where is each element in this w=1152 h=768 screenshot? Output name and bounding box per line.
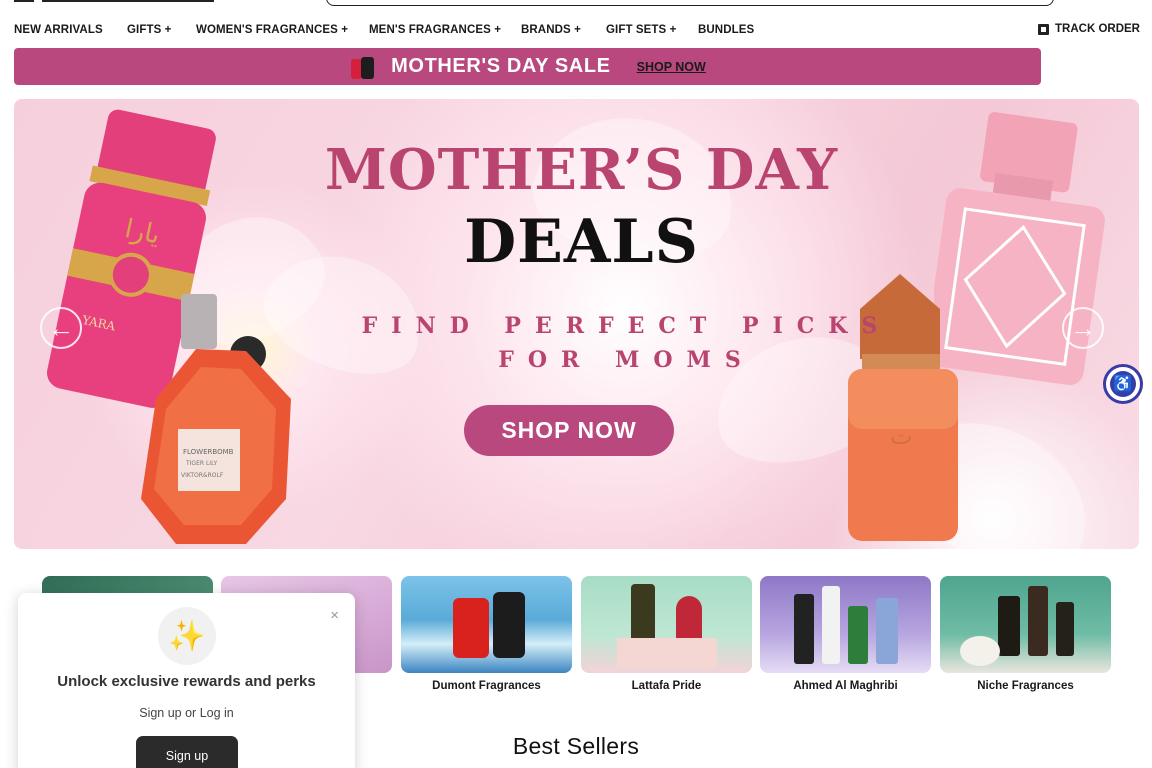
category-tile[interactable]: Lattafa Pride xyxy=(581,576,752,692)
category-image xyxy=(581,576,752,673)
site-logo[interactable] xyxy=(42,0,214,2)
nav-new-arrivals[interactable]: NEW ARRIVALS xyxy=(14,24,103,36)
svg-text:ت: ت xyxy=(890,422,913,450)
nav-gift-sets[interactable]: GIFT SETS + xyxy=(606,24,676,36)
category-image xyxy=(401,576,572,673)
category-tile[interactable]: Dumont Fragrances xyxy=(401,576,572,692)
hero-shop-now-button[interactable]: SHOP NOW xyxy=(464,405,674,456)
promo-title: MOTHER'S DAY SALE xyxy=(391,55,611,77)
nav-mens-fragrances[interactable]: MEN'S FRAGRANCES + xyxy=(369,24,501,36)
sparkle-icon: ✨ xyxy=(158,607,216,665)
orange-bottle-image: ت xyxy=(848,274,958,541)
track-order-link[interactable]: TRACK ORDER xyxy=(1038,23,1140,35)
category-label: Niche Fragrances xyxy=(977,680,1074,692)
category-label: Ahmed Al Maghribi xyxy=(793,680,898,692)
popup-signin-text[interactable]: Sign up or Log in xyxy=(18,706,355,720)
perfume-thumbnail xyxy=(349,53,377,81)
accessibility-button[interactable]: ♿ xyxy=(1103,364,1143,404)
hero-subtitle-line2: FOR MOMS xyxy=(498,347,755,373)
truck-icon xyxy=(1038,23,1050,35)
category-image xyxy=(760,576,931,673)
nav-womens-fragrances[interactable]: WOMEN'S FRAGRANCES + xyxy=(196,24,348,36)
rewards-popup: × ✨ Unlock exclusive rewards and perks S… xyxy=(18,593,355,768)
arrow-left-icon[interactable]: ← xyxy=(40,307,82,349)
promo-banner[interactable]: MOTHER'S DAY SALE SHOP NOW xyxy=(14,48,1041,85)
track-order-label: TRACK ORDER xyxy=(1055,23,1140,35)
svg-text:TIGER LILY: TIGER LILY xyxy=(185,460,218,467)
search-input[interactable] xyxy=(326,0,1054,6)
hero-subtitle-line1: FIND PERFECT PICKS xyxy=(361,313,892,339)
popup-title: Unlock exclusive rewards and perks xyxy=(57,673,316,690)
category-tile[interactable]: Ahmed Al Maghribi xyxy=(760,576,931,692)
menu-icon[interactable] xyxy=(14,0,34,2)
close-icon[interactable]: × xyxy=(330,607,339,624)
sign-up-button[interactable]: Sign up xyxy=(136,736,238,768)
arrow-right-icon[interactable]: → xyxy=(1062,307,1104,349)
hero-banner[interactable]: يارا YARA FLOWERBOMB TIGER LILY VIKTOR&R… xyxy=(14,99,1139,549)
category-label: Lattafa Pride xyxy=(631,680,702,692)
svg-text:FLOWERBOMB: FLOWERBOMB xyxy=(183,448,234,456)
nav-gifts[interactable]: GIFTS + xyxy=(127,24,171,36)
hero-title-line2: DEALS xyxy=(464,207,699,277)
hero-title-line1: MOTHER’S DAY xyxy=(324,137,839,203)
nav-bundles[interactable]: BUNDLES xyxy=(698,24,754,36)
header-strip xyxy=(0,0,1152,14)
promo-shop-now-link[interactable]: SHOP NOW xyxy=(637,60,706,74)
main-nav: NEW ARRIVALS GIFTS + WOMEN'S FRAGRANCES … xyxy=(14,22,1140,40)
accessibility-icon: ♿ xyxy=(1110,371,1136,397)
category-label: Dumont Fragrances xyxy=(432,680,541,692)
category-tile[interactable]: Niche Fragrances xyxy=(940,576,1111,692)
nav-brands[interactable]: BRANDS + xyxy=(521,24,581,36)
svg-text:VIKTOR&ROLF: VIKTOR&ROLF xyxy=(181,472,224,479)
best-sellers-title: Best Sellers xyxy=(512,733,640,759)
category-image xyxy=(940,576,1111,673)
